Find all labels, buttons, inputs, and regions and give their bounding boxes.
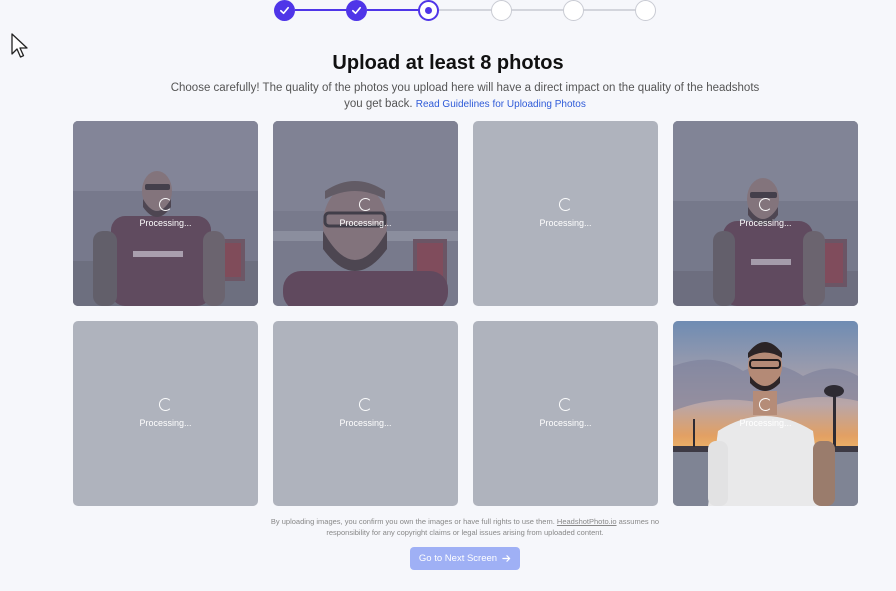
step-connector [583,9,638,11]
next-screen-button[interactable]: Go to Next Screen [410,547,520,570]
step-connector [511,9,566,11]
step-3-current [418,0,439,21]
step-2-completed [346,0,367,21]
photo-tile-8[interactable]: Processing... [673,321,858,506]
progress-stepper [0,0,896,22]
processing-label: Processing... [739,418,792,428]
current-step-dot [425,7,432,14]
loading-spinner-icon [359,198,372,211]
disclaimer-text: By uploading images, you confirm you own… [270,517,555,526]
step-1-completed [274,0,295,21]
loading-spinner-icon [759,198,772,211]
processing-label: Processing... [339,218,392,228]
processing-label: Processing... [139,218,192,228]
loading-spinner-icon [759,398,772,411]
photo-tile-2[interactable]: Processing... [273,121,458,306]
photo-tile-3[interactable]: Processing... [473,121,658,306]
photo-tile-7[interactable]: Processing... [473,321,658,506]
processing-label: Processing... [339,418,392,428]
step-connector [295,9,350,11]
processing-label: Processing... [739,218,792,228]
loading-spinner-icon [559,398,572,411]
copyright-disclaimer: By uploading images, you confirm you own… [270,516,660,538]
next-screen-button-label: Go to Next Screen [418,553,498,564]
processing-overlay [273,121,458,306]
arrow-right-icon [502,555,511,562]
photo-tile-1[interactable]: Processing... [73,121,258,306]
page-subtitle: Choose carefully! The quality of the pho… [170,80,760,113]
step-4 [491,0,512,21]
step-6 [635,0,656,21]
photo-tile-4[interactable]: Processing... [673,121,858,306]
processing-overlay [73,121,258,306]
uploaded-photo [673,321,858,506]
step-5 [563,0,584,21]
guidelines-link[interactable]: Read Guidelines for Uploading Photos [416,99,586,110]
photo-tile-6[interactable]: Processing... [273,321,458,506]
loading-spinner-icon [159,198,172,211]
check-icon [352,6,361,15]
photo-tile-5[interactable]: Processing... [73,321,258,506]
step-connector [367,9,422,11]
brand-link[interactable]: HeadshotPhoto.io [557,517,617,526]
check-icon [280,6,289,15]
processing-label: Processing... [139,418,192,428]
processing-label: Processing... [539,418,592,428]
processing-overlay [673,121,858,306]
page-title: Upload at least 8 photos [332,52,564,74]
loading-spinner-icon [559,198,572,211]
processing-label: Processing... [539,218,592,228]
loading-spinner-icon [159,398,172,411]
step-connector [439,9,494,11]
loading-spinner-icon [359,398,372,411]
